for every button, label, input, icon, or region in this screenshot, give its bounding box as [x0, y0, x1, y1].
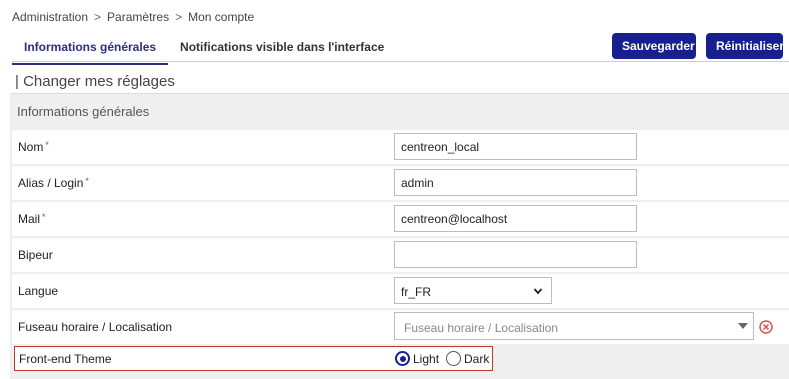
nom-input[interactable]	[394, 133, 637, 160]
form-row-langue: Langue fr_FR	[12, 274, 789, 308]
langue-select[interactable]: fr_FR	[394, 277, 552, 304]
breadcrumb-separator: >	[94, 10, 102, 24]
alias-label: Alias / Login *	[18, 176, 89, 190]
mail-label: Mail *	[18, 212, 46, 226]
nom-label: Nom *	[18, 140, 49, 154]
page-title: | Changer mes réglages	[15, 73, 175, 90]
alias-input[interactable]	[394, 169, 637, 196]
form-header: Informations générales	[17, 104, 150, 119]
breadcrumb: Administration > Paramètres > Mon compte	[12, 10, 254, 24]
langue-select-value: fr_FR	[401, 285, 431, 299]
required-marker: *	[45, 140, 49, 150]
theme-label: Front-end Theme	[19, 351, 112, 366]
form-row-alias: Alias / Login *	[12, 166, 789, 200]
form-row-fuseau: Fuseau horaire / Localisation Fuseau hor…	[12, 310, 789, 344]
required-marker: *	[85, 176, 89, 186]
theme-option-light-label: Light	[413, 351, 440, 366]
breadcrumb-item-mon-compte: Mon compte	[188, 10, 255, 24]
save-button[interactable]: Sauvegarder	[612, 33, 696, 59]
form-row-nom: Nom *	[12, 130, 789, 164]
form-row-mail: Mail *	[12, 202, 789, 236]
theme-option-dark-label: Dark	[464, 351, 490, 366]
tab-divider	[12, 61, 789, 62]
theme-option-dark[interactable]: Dark	[446, 351, 489, 366]
radio-checked-icon[interactable]	[395, 351, 410, 366]
theme-option-light[interactable]: Light	[395, 351, 439, 366]
breadcrumb-separator: >	[175, 10, 183, 24]
fuseau-label: Fuseau horaire / Localisation	[18, 320, 173, 334]
breadcrumb-item-administration[interactable]: Administration	[12, 10, 88, 24]
breadcrumb-item-parametres[interactable]: Paramètres	[107, 10, 169, 24]
caret-down-icon	[738, 323, 748, 329]
form-row-bipeur: Bipeur	[12, 238, 789, 272]
chevron-down-icon	[533, 288, 543, 295]
form-row-theme: Front-end Theme Light Dark	[14, 346, 493, 371]
bipeur-input[interactable]	[394, 241, 637, 268]
fuseau-placeholder: Fuseau horaire / Localisation	[404, 321, 559, 335]
clear-circle-icon[interactable]	[759, 320, 773, 334]
required-marker: *	[42, 212, 46, 222]
reset-button[interactable]: Réinitialiser	[706, 33, 784, 59]
langue-label: Langue	[18, 284, 59, 298]
mail-input[interactable]	[394, 205, 637, 232]
radio-unchecked-icon[interactable]	[446, 351, 461, 366]
bipeur-label: Bipeur	[18, 248, 53, 262]
fuseau-select[interactable]: Fuseau horaire / Localisation	[394, 312, 754, 340]
